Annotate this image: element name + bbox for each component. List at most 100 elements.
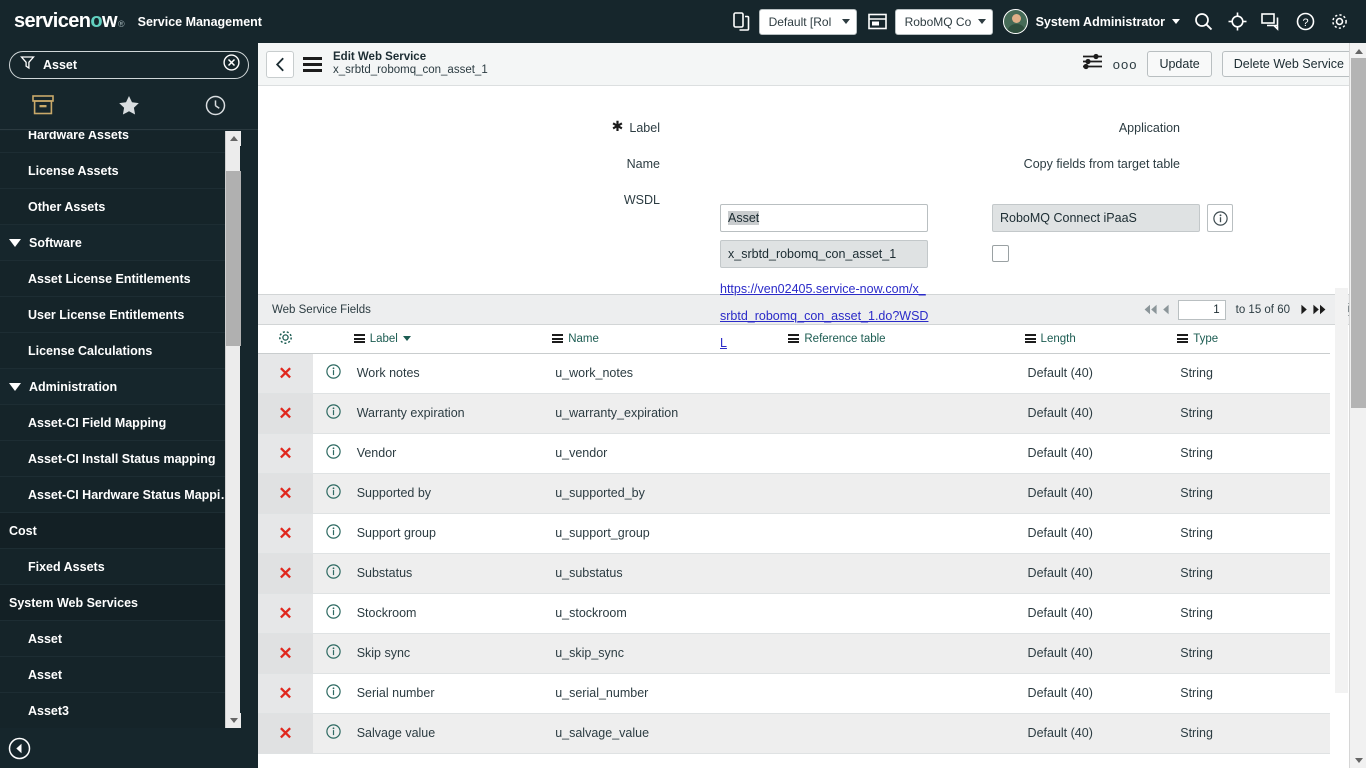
- table-row[interactable]: ✕ Work notes u_work_notes Default (40) Strin…: [258, 353, 1330, 394]
- sidebar-item-asset-license-entitlements[interactable]: Asset License Entitlements: [0, 261, 240, 297]
- related-list-scrollbar[interactable]: [1335, 288, 1348, 693]
- column-menu-icon[interactable]: [1177, 334, 1189, 344]
- delete-row-x-icon[interactable]: ✕: [258, 353, 313, 394]
- delete-row-x-icon[interactable]: ✕: [258, 433, 313, 474]
- next-page-icon[interactable]: [1300, 304, 1308, 315]
- cell-label[interactable]: Stockroom: [353, 593, 553, 634]
- sidebar-item-asset[interactable]: Asset: [0, 621, 240, 657]
- table-row[interactable]: ✕ Substatus u_substatus Default (40) String: [258, 553, 1330, 594]
- sidebar-item-asset[interactable]: Asset: [0, 657, 240, 693]
- cell-label[interactable]: Support group: [353, 513, 553, 554]
- help-icon[interactable]: ?: [1288, 0, 1322, 43]
- sidebar-item-asset-ci-field-mapping[interactable]: Asset-CI Field Mapping: [0, 405, 240, 441]
- column-menu-icon[interactable]: [1024, 334, 1036, 344]
- delete-row-x-icon[interactable]: ✕: [258, 633, 313, 674]
- impersonate-role-select[interactable]: Default [Rol: [758, 8, 857, 35]
- wsdl-link[interactable]: https://ven02405.service-now.com/x_srbtd…: [720, 276, 930, 357]
- column-header-label[interactable]: Label: [353, 325, 553, 354]
- info-circle-icon[interactable]: [1207, 204, 1233, 232]
- context-menu-icon[interactable]: [303, 56, 322, 72]
- sidebar-item-asset-ci-hardware-status-mappi[interactable]: Asset-CI Hardware Status Mappi…: [0, 477, 240, 513]
- chevron-down-icon[interactable]: [9, 382, 21, 391]
- sidebar-item-license-calculations[interactable]: License Calculations: [0, 333, 240, 369]
- table-row[interactable]: ✕ Vendor u_vendor Default (40) String: [258, 433, 1330, 474]
- table-row[interactable]: ✕ Skip sync u_skip_sync Default (40) String: [258, 633, 1330, 674]
- previous-page-icon[interactable]: [1162, 304, 1170, 315]
- table-row[interactable]: ✕ Supported by u_supported_by Default (40) S…: [258, 473, 1330, 514]
- table-row[interactable]: ✕ Support group u_support_group Default (40…: [258, 513, 1330, 554]
- delete-row-x-icon[interactable]: ✕: [258, 393, 313, 434]
- tab-favorites[interactable]: [86, 86, 172, 130]
- update-button[interactable]: Update: [1147, 51, 1212, 77]
- delete-web-service-button[interactable]: Delete Web Service: [1221, 51, 1356, 77]
- sidebar-item-asset-ci-install-status-mapping[interactable]: Asset-CI Install Status mapping: [0, 441, 240, 477]
- tab-all-applications[interactable]: [0, 86, 86, 130]
- column-header-settings[interactable]: [258, 325, 313, 354]
- delete-row-x-icon[interactable]: ✕: [258, 473, 313, 514]
- page-scrollbar-thumb[interactable]: [1351, 58, 1366, 408]
- preview-record-info-icon[interactable]: [312, 433, 354, 474]
- search-icon[interactable]: [1186, 0, 1220, 43]
- table-row[interactable]: ✕ Stockroom u_stockroom Default (40) String: [258, 593, 1330, 634]
- page-number-input[interactable]: 1: [1177, 299, 1226, 320]
- column-menu-icon[interactable]: [353, 334, 365, 344]
- table-row[interactable]: ✕ Salvage value u_salvage_value Default (40…: [258, 713, 1330, 754]
- sidebar-item-system-web-services[interactable]: System Web Services: [0, 585, 240, 621]
- servicenow-logo[interactable]: servicenow ®: [0, 10, 125, 33]
- first-page-icon[interactable]: [1143, 304, 1158, 315]
- user-menu[interactable]: System Administrator: [1002, 9, 1180, 34]
- cell-label[interactable]: Supported by: [353, 473, 553, 514]
- table-row[interactable]: ✕ Serial number u_serial_number Default (40…: [258, 673, 1330, 714]
- sidebar-item-software[interactable]: Software: [0, 225, 240, 261]
- close-icon[interactable]: [223, 53, 240, 76]
- scroll-down-arrow-icon[interactable]: [1350, 752, 1366, 768]
- sidebar-item-other-assets[interactable]: Other Assets: [0, 189, 240, 225]
- preview-record-info-icon[interactable]: [312, 713, 354, 754]
- tab-history[interactable]: [172, 86, 258, 130]
- calendar-icon[interactable]: [861, 0, 895, 43]
- scroll-up-arrow-icon[interactable]: [1350, 43, 1366, 59]
- sidebar-item-hardware-assets[interactable]: Hardware Assets: [0, 131, 240, 153]
- page-scrollbar[interactable]: [1349, 43, 1366, 768]
- sidebar-item-license-assets[interactable]: License Assets: [0, 153, 240, 189]
- scroll-down-arrow-icon[interactable]: [226, 713, 241, 728]
- sidebar-item-asset3[interactable]: Asset3: [0, 693, 240, 728]
- chevron-down-icon[interactable]: [9, 238, 21, 247]
- target-icon[interactable]: [1220, 0, 1254, 43]
- gear-icon[interactable]: [1322, 0, 1356, 43]
- preview-record-info-icon[interactable]: [312, 633, 354, 674]
- sort-descending-icon[interactable]: [402, 336, 411, 342]
- cell-label[interactable]: Substatus: [353, 553, 553, 594]
- personalize-form-icon[interactable]: [1082, 52, 1103, 76]
- column-menu-icon[interactable]: [552, 334, 564, 344]
- cell-label[interactable]: Skip sync: [353, 633, 553, 674]
- sidebar-scrollbar-thumb[interactable]: [226, 171, 241, 346]
- back-chevron-icon[interactable]: [266, 50, 294, 78]
- preview-record-info-icon[interactable]: [312, 473, 354, 514]
- sidebar-item-user-license-entitlements[interactable]: User License Entitlements: [0, 297, 240, 333]
- copy-fields-checkbox[interactable]: [992, 245, 1009, 262]
- more-actions-button[interactable]: ooo: [1113, 57, 1138, 72]
- application-scope-select[interactable]: RoboMQ Co: [894, 8, 993, 35]
- nav-filter-box[interactable]: Asset: [9, 50, 249, 79]
- cell-label[interactable]: Warranty expiration: [353, 393, 553, 434]
- collapse-nav-icon[interactable]: [0, 728, 258, 768]
- delete-row-x-icon[interactable]: ✕: [258, 553, 313, 594]
- column-header-length[interactable]: Length: [1024, 325, 1178, 354]
- conversation-icon[interactable]: [1254, 0, 1288, 43]
- cell-label[interactable]: Vendor: [353, 433, 553, 474]
- preview-record-info-icon[interactable]: [312, 393, 354, 434]
- list-settings-gear-icon[interactable]: [278, 330, 293, 348]
- preview-record-info-icon[interactable]: [312, 673, 354, 714]
- delete-row-x-icon[interactable]: ✕: [258, 593, 313, 634]
- preview-record-info-icon[interactable]: [312, 593, 354, 634]
- scroll-up-arrow-icon[interactable]: [226, 131, 241, 146]
- preview-record-info-icon[interactable]: [312, 513, 354, 554]
- preview-record-info-icon[interactable]: [312, 553, 354, 594]
- copy-icon[interactable]: [725, 0, 759, 43]
- cell-label[interactable]: Salvage value: [353, 713, 553, 754]
- last-page-icon[interactable]: [1312, 304, 1327, 315]
- delete-row-x-icon[interactable]: ✕: [258, 713, 313, 754]
- label-field[interactable]: Asset: [720, 204, 928, 232]
- delete-row-x-icon[interactable]: ✕: [258, 673, 313, 714]
